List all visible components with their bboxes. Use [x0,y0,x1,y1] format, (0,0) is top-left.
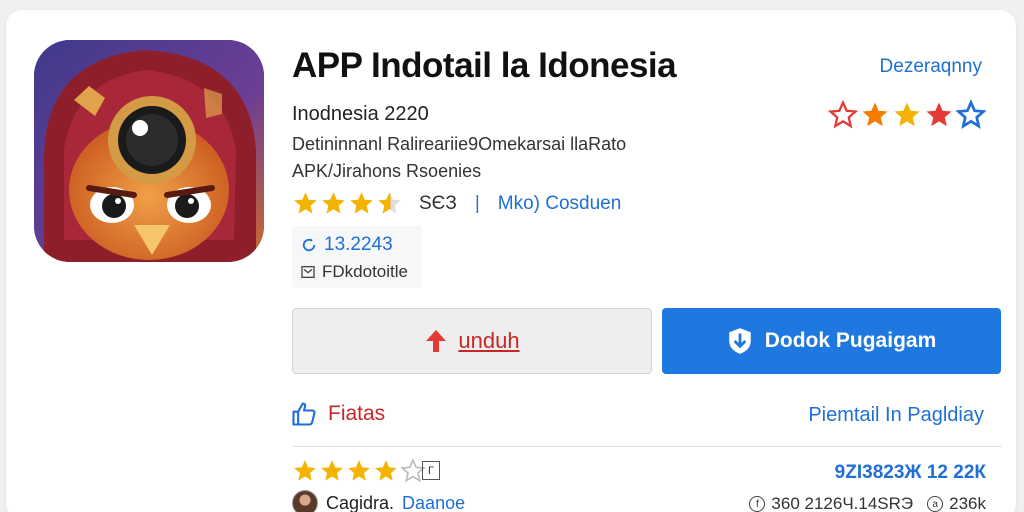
flag-box-icon [301,266,315,278]
shield-download-icon [728,328,751,354]
app-card: APP Indotail la Idonesia Dezeraqnny Inod… [6,10,1016,512]
star-half-icon [378,192,401,214]
info-circle-icon: f [749,496,766,512]
app-subtitle: Inodnesia 2220 [292,103,429,125]
circle-refresh-icon [302,238,316,252]
avatar [292,490,318,512]
downloads-count: 13.2243 [324,234,393,255]
bottom-stats: f 360 2126Ч.14SRЭ a 236k [749,494,986,512]
unduh-button-label: unduh [458,328,520,353]
app-description-line2: APK/Jirahons Rsoenies [292,161,482,181]
app-title: APP Indotail la Idonesia [292,46,677,85]
star-full-icon [350,192,373,214]
review-stars [292,458,426,484]
downloads-info: 13.2243 [300,234,393,256]
thumbs-up-icon [292,402,316,426]
star-red-icon [926,102,952,127]
developer-link[interactable]: Mko) Cosduen [498,193,622,215]
reviewer-name: Cagidra. [326,492,395,512]
category-label: FDkdotoitle [322,262,408,281]
star-orange-icon [862,102,888,127]
more-link[interactable]: Piemtail In Pagldiay [808,404,984,427]
unduh-button[interactable]: unduh [292,308,652,374]
app-description-line1: Detininnanl Ralireariie9Omekarsai llaRat… [292,134,627,154]
reviewer-tag[interactable]: Daanoe [402,493,465,512]
top-rating-stars[interactable] [828,100,986,130]
reviewer: Cagidra. Daanoe [292,490,465,512]
divider [292,446,1002,447]
bottom-stats-text2: 236k [949,494,986,512]
star-outline-blue-icon [956,100,986,130]
star-full-icon [294,460,316,481]
download-button[interactable]: Dodok Pugaigam [662,308,1001,374]
app-icon[interactable] [34,40,264,262]
separator: | [474,192,480,214]
star-full-icon [375,460,397,481]
ninja-bird-icon [34,40,264,262]
star-outline-red-icon [828,100,858,129]
user-circle-icon: a [927,496,944,512]
star-full-icon [348,460,370,481]
star-gold-icon [894,102,920,127]
rating-row: SЄЗ | Mko) Cosduen [292,190,621,217]
star-full-icon [294,192,317,214]
info-box: 13.2243 FDkdotoitle [292,226,422,288]
report-flag-icon[interactable]: Г [422,461,440,480]
bottom-stats-text: 360 2126Ч.14SRЭ [771,494,914,512]
arrow-up-icon [426,330,447,352]
category-info: FDkdotoitle [300,262,408,282]
main-rating-stars [292,190,403,217]
share-label: Fiatas [328,402,386,425]
star-full-icon [322,192,345,214]
share-button[interactable]: Fiatas [290,400,385,428]
top-link[interactable]: Dezeraqnny [880,56,982,78]
star-full-icon [321,460,343,481]
download-button-label: Dodok Pugaigam [764,329,937,352]
review-stats: 9ZI3823Ж 12 22К [834,462,986,483]
rating-count: SЄЗ [419,192,457,214]
